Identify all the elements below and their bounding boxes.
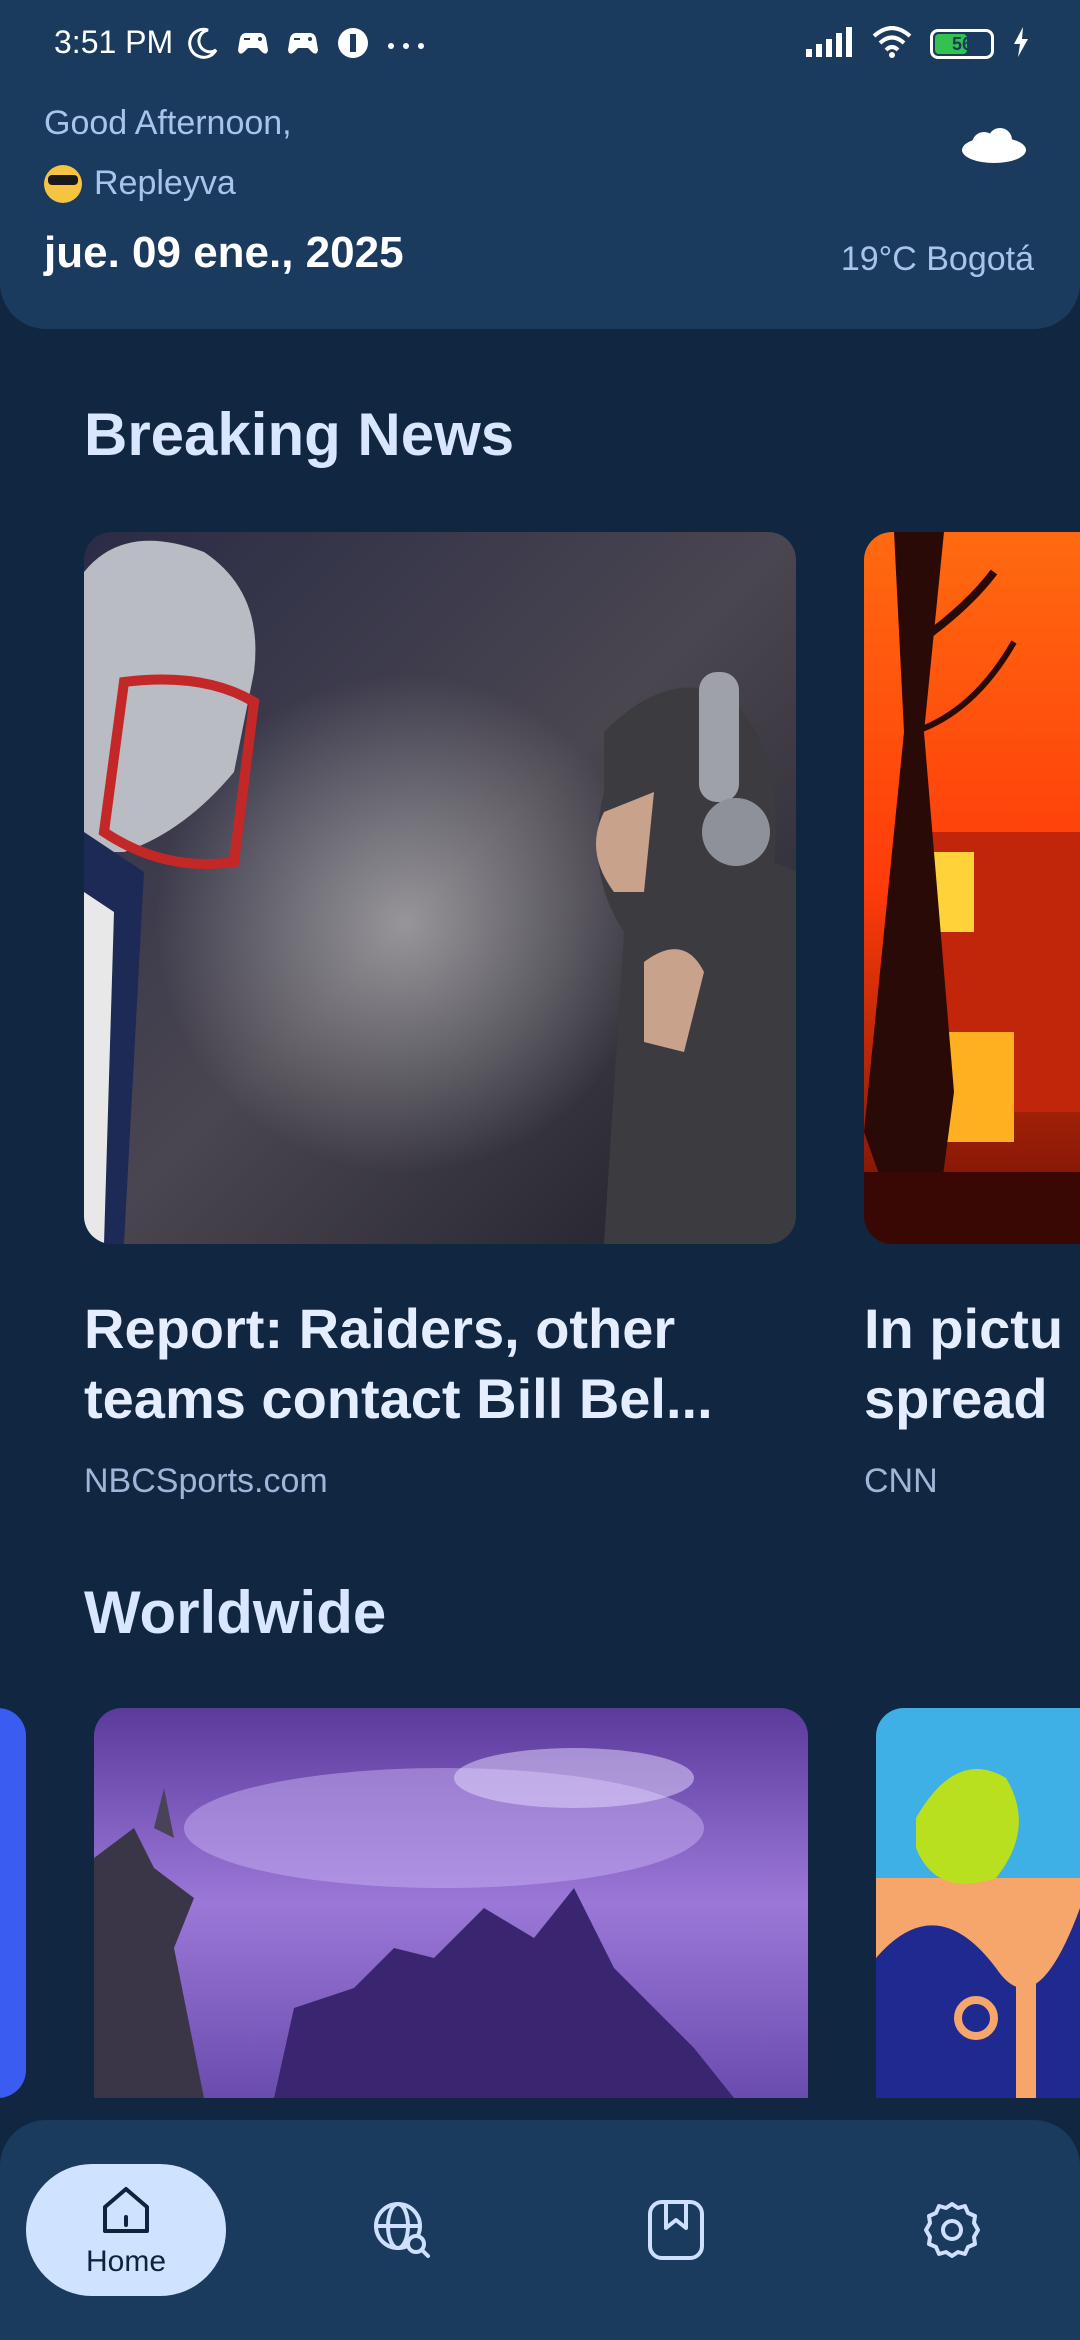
worldwide-title: Worldwide xyxy=(84,1579,387,1646)
nav-settings[interactable] xyxy=(902,2180,1002,2280)
status-icons-left xyxy=(186,26,426,64)
breaking-card-title-2-line2[interactable]: spread xyxy=(864,1364,1080,1434)
header: 3:51 PM 56 Good Afternoon, Repleyva jue.… xyxy=(0,0,1080,329)
breaking-card-title-1[interactable]: Report: Raiders, other teams contact Bil… xyxy=(84,1294,796,1434)
nav-explore[interactable] xyxy=(352,2180,452,2280)
breaking-news-title: Breaking News xyxy=(84,401,515,468)
breaking-card-title-1-text[interactable]: Report: Raiders, other teams contact Bil… xyxy=(84,1294,796,1434)
game-controller-icon xyxy=(236,28,270,62)
home-icon xyxy=(103,2187,149,2233)
signal-icon xyxy=(806,27,854,61)
breaking-card-source-2: CNN xyxy=(864,1462,938,1500)
settings-icon xyxy=(924,2202,980,2258)
breaking-card-image-1[interactable] xyxy=(84,532,796,1244)
username: Repleyva xyxy=(44,164,236,203)
wifi-icon xyxy=(872,26,912,62)
worldwide-card-image-1[interactable] xyxy=(94,1708,808,2098)
moon-icon xyxy=(186,26,220,64)
game-controller-icon xyxy=(286,28,320,62)
sunglasses-emoji-icon xyxy=(44,164,82,203)
status-time: 3:51 PM xyxy=(54,24,174,60)
app-icon xyxy=(336,26,370,64)
status-bar: 3:51 PM 56 xyxy=(0,0,1080,96)
status-icons-right: 56 xyxy=(806,26,1030,62)
weather-text: 19°C Bogotá xyxy=(840,240,1034,278)
bottom-navigation: Home xyxy=(0,2120,1080,2340)
battery-icon: 56 xyxy=(930,29,994,59)
breaking-card-title-2[interactable]: In pictu spread xyxy=(864,1294,1080,1434)
current-date: jue. 09 ene., 2025 xyxy=(44,228,404,277)
battery-level: 56 xyxy=(951,34,973,54)
breaking-card-title-2-line1[interactable]: In pictu xyxy=(864,1294,1080,1364)
username-label: Repleyva xyxy=(94,164,236,202)
globe-search-icon xyxy=(374,2202,430,2258)
charging-icon xyxy=(1012,27,1030,61)
bookmark-icon xyxy=(648,2200,704,2260)
more-dots-icon xyxy=(386,36,426,55)
nav-home[interactable]: Home xyxy=(26,2164,226,2296)
breaking-card-source-1: NBCSports.com xyxy=(84,1462,328,1500)
breaking-card-image-2[interactable] xyxy=(864,532,1080,1244)
worldwide-card-image-2[interactable] xyxy=(876,1708,1080,2098)
cloud-icon xyxy=(962,128,1026,163)
nav-bookmarks[interactable] xyxy=(626,2180,726,2280)
worldwide-card-image-prev[interactable] xyxy=(0,1708,26,2098)
nav-home-label: Home xyxy=(85,2245,167,2278)
greeting-text: Good Afternoon, xyxy=(44,104,292,142)
